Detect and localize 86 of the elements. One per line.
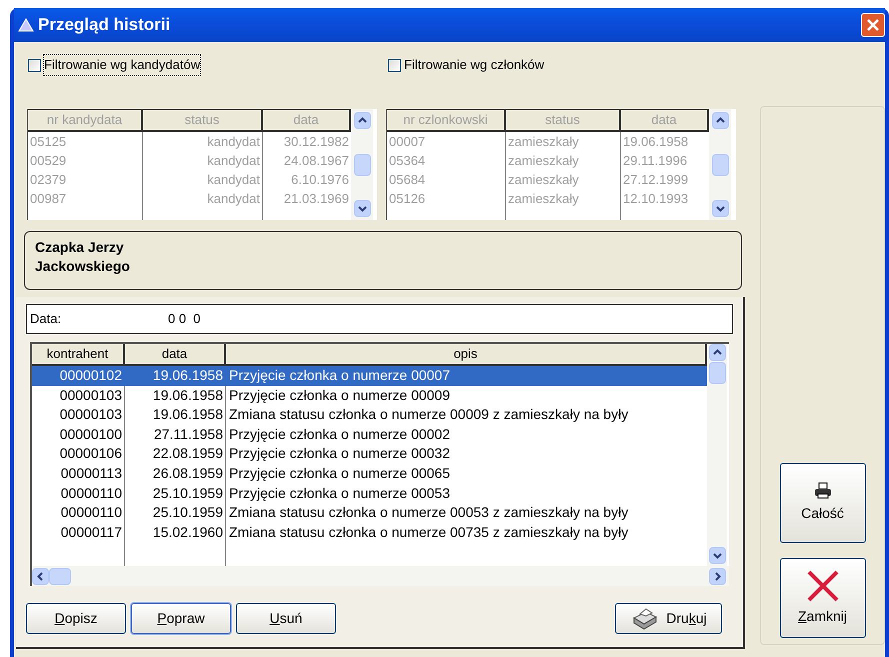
- table-cell-text: Zmiana statusu członka o numerze 00735 z zamieszkały na były: [228, 522, 628, 542]
- close-icon: [806, 569, 840, 603]
- close-button[interactable]: [861, 13, 885, 37]
- history-row[interactable]: 00000103 19.06.1958 Przyjęcie członka o numerze 00009: [32, 386, 707, 406]
- table-cell-text: 05684: [388, 171, 426, 189]
- table-cell-text: 25.10.1959: [152, 484, 224, 503]
- table-cell-text: Przyjęcie członka o numerze 00002: [228, 424, 450, 444]
- window-title: Przegląd historii: [38, 14, 170, 36]
- table-cell-text: kandydat: [206, 152, 261, 170]
- table-cell-text: 05364: [388, 152, 426, 170]
- date-value: 0 0 0: [168, 310, 201, 328]
- column-header[interactable]: data: [125, 344, 226, 366]
- table-cell-text: 27.11.1958: [152, 424, 224, 444]
- printer-icon: [814, 482, 832, 500]
- action-button[interactable]: Dopisz: [26, 603, 126, 634]
- checkbox-label[interactable]: Filtrowanie wg kandydatów: [44, 55, 200, 75]
- checkbox[interactable]: [28, 58, 41, 72]
- scroll-thumb[interactable]: [708, 362, 726, 384]
- table-cell-text: kandydat: [206, 171, 261, 189]
- table-cell-text: 27.12.1999: [622, 171, 690, 189]
- table-cell-text: 21.03.1969: [282, 190, 350, 208]
- table-cell-text: 00000106: [58, 444, 123, 464]
- checkbox-label[interactable]: Filtrowanie wg członków: [404, 55, 544, 75]
- table-cell-text: 12.10.1993: [622, 190, 690, 208]
- table-cell-text: 29.11.1996: [622, 152, 688, 170]
- history-row[interactable]: 00000102 19.06.1958 Przyjęcie członka o numerze 00007: [32, 366, 707, 386]
- table-cell-text: 24.08.1967: [282, 152, 350, 170]
- table-cell-text: 00007: [388, 133, 426, 151]
- table-cell-text: 00000102: [58, 366, 123, 385]
- history-row[interactable]: 00000103 19.06.1958 Zmiana statusu członka o numerze 00009 z zamieszkały na były: [32, 405, 707, 425]
- table-cell-text: 00000110: [60, 503, 123, 522]
- table-cell-text: 19.06.1958: [152, 366, 224, 385]
- table-cell-text: 00987: [29, 190, 68, 208]
- table-cell-text: 30.12.1982: [282, 133, 350, 151]
- person-text: Czapka Jerzy: [35, 238, 125, 257]
- history-row[interactable]: 00000110 25.10.1959 Zmiana statusu członka o numerze 00053 z zamieszkały na były: [32, 503, 707, 523]
- table-cell-text: 00000100: [58, 424, 123, 444]
- table-cell-text: Zmiana statusu członka o numerze 00009 z zamieszkały na były: [228, 405, 628, 424]
- date-field[interactable]: Data: 0 0 0: [26, 304, 733, 334]
- table-cell-text: 00000110: [60, 484, 123, 503]
- close-icon: [866, 18, 880, 32]
- table-cell-text: 00000103: [58, 405, 123, 424]
- table-cell-text: 6.10.1976: [290, 171, 350, 189]
- table-cell-text: 19.06.1958: [622, 133, 690, 151]
- table-cell-text: 15.02.1960: [152, 522, 224, 542]
- action-button[interactable]: Usuń: [236, 603, 336, 634]
- table-cell-text: kandydat: [206, 133, 261, 151]
- table-cell-text: 22.08.1959: [152, 444, 224, 464]
- table-cell-text: 00529: [29, 152, 68, 170]
- table-cell-text: 25.10.1959: [152, 503, 224, 522]
- table-cell-text: 05125: [29, 133, 68, 151]
- table-cell-text: Przyjęcie członka o numerze 00009: [228, 386, 450, 405]
- table-cell-text: 05126: [388, 190, 426, 208]
- print-button[interactable]: Drukuj: [615, 603, 722, 634]
- column-header[interactable]: opis: [226, 344, 707, 366]
- table-cell-text: Zmiana statusu członka o numerze 00053 z zamieszkały na były: [228, 503, 628, 522]
- table-cell-text: 26.08.1959: [152, 464, 224, 483]
- side-button[interactable]: Zamknij: [780, 558, 866, 638]
- table-cell-text: 00000117: [60, 522, 123, 542]
- history-row[interactable]: 00000100 27.11.1958 Przyjęcie członka o numerze 00002: [32, 424, 707, 444]
- column-header[interactable]: kontrahent: [32, 344, 125, 366]
- history-row[interactable]: 00000110 25.10.1959 Przyjęcie członka o numerze 00053: [32, 484, 707, 504]
- table-cell-text: Przyjęcie członka o numerze 00007: [228, 366, 450, 385]
- table-cell-text: 19.06.1958: [152, 386, 224, 405]
- history-row[interactable]: 00000106 22.08.1959 Przyjęcie członka o numerze 00032: [32, 444, 707, 464]
- table-cell-text: 00000113: [60, 464, 123, 483]
- table-cell-text: Przyjęcie członka o numerze 00032: [228, 444, 450, 464]
- table-cell-text: zamieszkały: [507, 152, 580, 170]
- table-cell-text: zamieszkały: [507, 171, 580, 189]
- table-cell-text: Przyjęcie członka o numerze 00053: [228, 484, 450, 503]
- table-cell-text: 19.06.1958: [152, 405, 224, 424]
- table-cell-text: 02379: [29, 171, 68, 189]
- table-cell-text: kandydat: [206, 190, 261, 208]
- table-cell-text: zamieszkały: [507, 190, 580, 208]
- scroll-thumb[interactable]: [49, 568, 71, 584]
- history-row[interactable]: 00000117 15.02.1960 Zmiana statusu członka o numerze 00735 z zamieszkały na były: [32, 522, 707, 542]
- person-text: Jackowskiego: [35, 257, 131, 276]
- date-label: Data:: [30, 310, 62, 328]
- table-cell-text: Przyjęcie członka o numerze 00065: [228, 464, 450, 483]
- action-button[interactable]: Popraw: [131, 603, 231, 634]
- table-cell-text: 00000103: [58, 386, 123, 405]
- triangle-icon: [18, 18, 34, 32]
- history-row[interactable]: 00000113 26.08.1959 Przyjęcie członka o numerze 00065: [32, 464, 707, 484]
- side-button[interactable]: Całość: [780, 463, 866, 543]
- table-cell-text: zamieszkały: [507, 133, 580, 151]
- checkbox[interactable]: [388, 58, 401, 72]
